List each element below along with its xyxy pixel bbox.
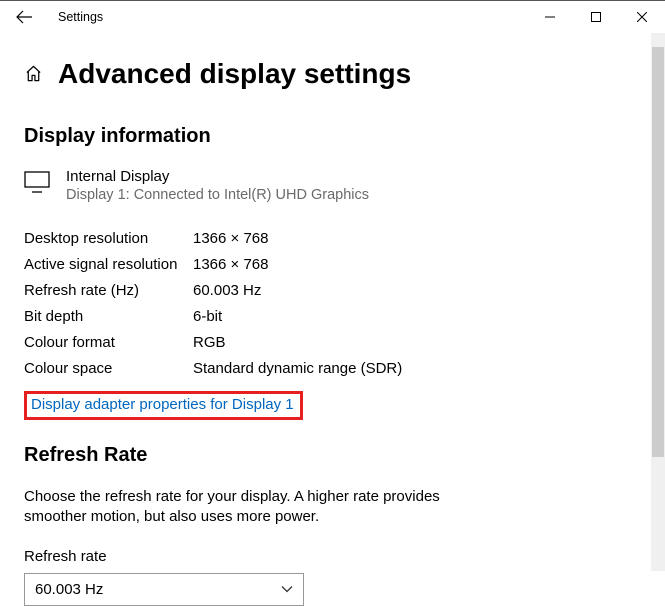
table-row: Bit depth6-bit [24, 303, 641, 329]
vertical-scrollbar[interactable] [651, 33, 665, 571]
info-label: Bit depth [24, 303, 193, 329]
highlighted-link-wrap: Display adapter properties for Display 1 [24, 391, 303, 420]
content-area: Advanced display settings Display inform… [0, 33, 665, 606]
display-header-text: Internal Display Display 1: Connected to… [66, 168, 369, 203]
refresh-rate-field-label: Refresh rate [24, 548, 641, 565]
table-row: Colour spaceStandard dynamic range (SDR) [24, 355, 641, 381]
info-label: Colour space [24, 355, 193, 381]
section-title-display-info: Display information [24, 125, 641, 148]
info-label: Colour format [24, 329, 193, 355]
display-adapter-properties-link[interactable]: Display adapter properties for Display 1 [31, 396, 294, 413]
back-button[interactable] [8, 1, 40, 33]
scrollbar-thumb[interactable] [652, 47, 664, 457]
display-connection: Display 1: Connected to Intel(R) UHD Gra… [66, 187, 369, 203]
minimize-icon [545, 12, 555, 22]
arrow-left-icon [15, 8, 33, 26]
maximize-button[interactable] [573, 1, 619, 33]
monitor-icon [24, 171, 50, 198]
page-header: Advanced display settings [24, 58, 641, 90]
refresh-rate-description: Choose the refresh rate for your display… [24, 487, 444, 528]
maximize-icon [591, 12, 601, 22]
info-label: Desktop resolution [24, 225, 193, 251]
close-icon [637, 12, 647, 22]
section-title-refresh-rate: Refresh Rate [24, 444, 641, 467]
window-controls [527, 1, 665, 33]
info-value: RGB [193, 329, 641, 355]
info-value: 1366 × 768 [193, 251, 641, 277]
info-label: Active signal resolution [24, 251, 193, 277]
table-row: Desktop resolution1366 × 768 [24, 225, 641, 251]
display-name: Internal Display [66, 168, 369, 185]
info-value: Standard dynamic range (SDR) [193, 355, 641, 381]
dropdown-selected-value: 60.003 Hz [35, 581, 103, 598]
home-icon[interactable] [24, 64, 44, 84]
chevron-down-icon [281, 585, 293, 593]
display-header: Internal Display Display 1: Connected to… [24, 168, 641, 203]
refresh-rate-section: Refresh Rate Choose the refresh rate for… [24, 444, 641, 606]
info-label: Refresh rate (Hz) [24, 277, 193, 303]
table-row: Refresh rate (Hz)60.003 Hz [24, 277, 641, 303]
close-button[interactable] [619, 1, 665, 33]
titlebar: Settings [0, 1, 665, 33]
info-value: 6-bit [193, 303, 641, 329]
page-title: Advanced display settings [58, 58, 411, 90]
titlebar-left: Settings [8, 1, 103, 33]
info-value: 60.003 Hz [193, 277, 641, 303]
table-row: Colour formatRGB [24, 329, 641, 355]
table-row: Active signal resolution1366 × 768 [24, 251, 641, 277]
window-title: Settings [58, 10, 103, 24]
display-info-table: Desktop resolution1366 × 768 Active sign… [24, 225, 641, 381]
refresh-rate-dropdown[interactable]: 60.003 Hz [24, 573, 304, 606]
info-value: 1366 × 768 [193, 225, 641, 251]
minimize-button[interactable] [527, 1, 573, 33]
